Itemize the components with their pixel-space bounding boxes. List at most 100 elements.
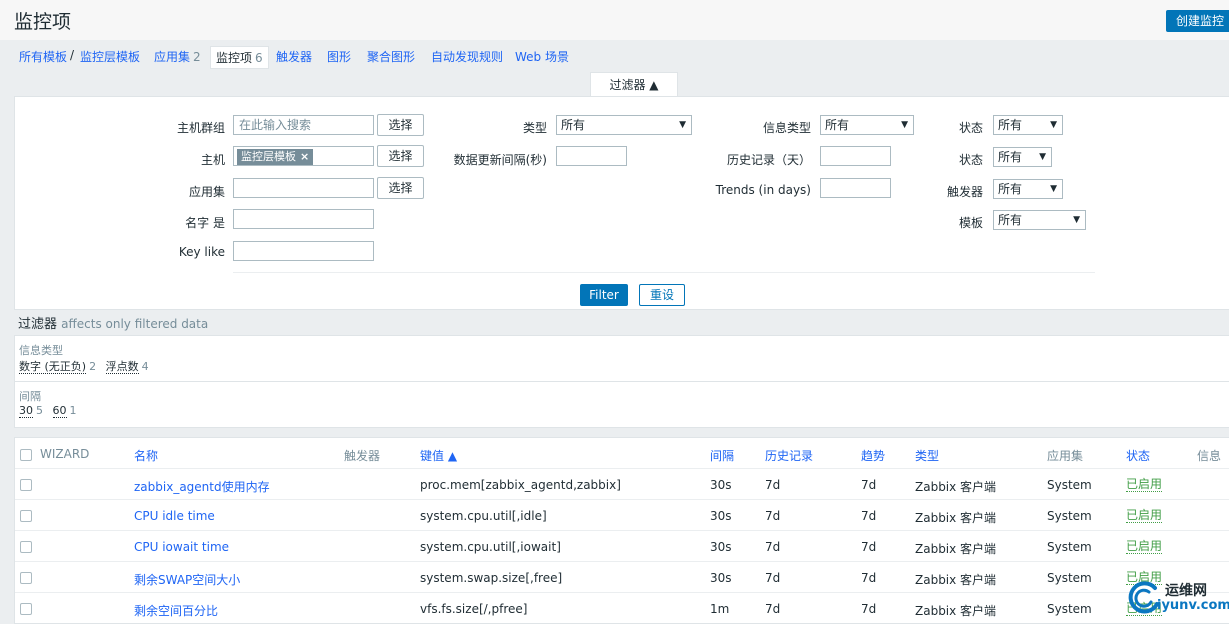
table-row: CPU iowait time system.cpu.util[,iowait]… (15, 530, 1229, 562)
item-application: System (1047, 571, 1092, 585)
table-row: 剩余SWAP空间大小 system.swap.size[,free] 30s 7… (15, 561, 1229, 593)
subfilter-interval-values: 30 5 60 1 (19, 404, 83, 418)
item-application: System (1047, 602, 1092, 616)
nav-web[interactable]: Web 场景 (515, 48, 569, 65)
template-select-value: 所有 (998, 213, 1023, 227)
nav-template[interactable]: 监控层模板 (80, 48, 140, 65)
col-triggers: 触发器 (344, 449, 381, 463)
info-type-select-value: 所有 (825, 118, 850, 132)
state-select[interactable]: 所有 ▼ (993, 147, 1052, 167)
status-label: 状态 (958, 121, 983, 135)
nav-discovery[interactable]: 自动发现规则 (431, 48, 503, 65)
create-item-button[interactable]: 创建监控 (1166, 10, 1229, 32)
item-name-link[interactable]: zabbix_agentd使用内存 (134, 478, 270, 495)
type-select[interactable]: 所有 ▼ (556, 115, 692, 135)
header-bar: 监控项 创建监控 (0, 0, 1229, 41)
nav-applications[interactable]: 应用集 2 (154, 48, 201, 65)
item-key: system.swap.size[,free] (420, 571, 563, 585)
item-key: vfs.fs.size[/,pfree] (420, 602, 528, 616)
col-trends[interactable]: 趋势 (861, 447, 885, 464)
col-status[interactable]: 状态 (1126, 447, 1150, 464)
nav-graphs[interactable]: 图形 (327, 48, 351, 65)
host-group-label: 主机群组 (176, 121, 225, 135)
row-checkbox[interactable] (20, 572, 32, 584)
nav-items-label: 监控项 (216, 51, 253, 65)
item-interval: 30s (710, 509, 732, 523)
interval-input[interactable] (556, 146, 627, 166)
host-group-select-button[interactable]: 选择 (377, 114, 424, 136)
filter-button[interactable]: Filter (580, 284, 628, 306)
nav-items-count: 6 (255, 51, 263, 65)
subfilter-title-text: 过滤器 (18, 317, 58, 332)
item-status-toggle[interactable]: 已启用 (1126, 540, 1163, 554)
subfilter-info-type-values: 数字 (无正负) 2 浮点数 4 (19, 358, 155, 374)
host-label: 主机 (200, 153, 225, 167)
filter-toggle-tab[interactable]: 过滤器 ▲ (590, 72, 678, 97)
history-input[interactable] (820, 146, 891, 166)
item-history: 7d (765, 509, 781, 523)
name-input[interactable] (233, 209, 374, 229)
col-history[interactable]: 历史记录 (765, 447, 813, 464)
item-key: proc.mem[zabbix_agentd,zabbix] (420, 478, 621, 492)
host-group-input[interactable]: 在此输入搜索 (233, 115, 374, 135)
host-input[interactable]: 监控层模板 × (233, 146, 374, 166)
triggers-select[interactable]: 所有 ▼ (993, 179, 1063, 199)
row-checkbox[interactable] (20, 541, 32, 553)
subfilter-title: 过滤器 affects only filtered data (18, 313, 208, 332)
item-type: Zabbix 客户端 (915, 480, 997, 494)
info-type-select[interactable]: 所有 ▼ (820, 115, 914, 135)
host-select-button[interactable]: 选择 (377, 145, 424, 167)
item-key: system.cpu.util[,idle] (420, 509, 547, 523)
row-checkbox[interactable] (20, 510, 32, 522)
key-input[interactable] (233, 241, 374, 261)
item-name-link[interactable]: CPU iowait time (134, 540, 229, 554)
item-name-link[interactable]: CPU idle time (134, 509, 215, 523)
item-type: Zabbix 客户端 (915, 542, 997, 556)
subfilter-count: 4 (141, 360, 149, 373)
subfilter-info-type: 信息类型 数字 (无正负) 2 浮点数 4 (14, 335, 1229, 382)
item-trends: 7d (861, 571, 877, 585)
subfilter-value-30[interactable]: 30 (19, 404, 33, 418)
subfilter-value-unsigned[interactable]: 数字 (无正负) (19, 360, 87, 374)
subfilter-value-float[interactable]: 浮点数 (105, 360, 139, 374)
col-key[interactable]: 键值 ▲ (420, 447, 457, 464)
col-name[interactable]: 名称 (134, 447, 158, 464)
select-all-checkbox[interactable] (20, 449, 32, 461)
nav-all-templates[interactable]: 所有模板 (19, 48, 67, 65)
state-select-value: 所有 (998, 150, 1023, 164)
row-checkbox[interactable] (20, 479, 32, 491)
items-table: WIZARD 名称 触发器 键值 ▲ 间隔 历史记录 趋势 类型 应用集 状态 … (14, 437, 1229, 624)
item-history: 7d (765, 478, 781, 492)
item-trends: 7d (861, 478, 877, 492)
subfilter-count: 5 (36, 404, 43, 417)
subfilter-count: 2 (89, 360, 97, 373)
watermark-logo-icon (1128, 581, 1159, 614)
item-type: Zabbix 客户端 (915, 573, 997, 587)
item-status-toggle[interactable]: 已启用 (1126, 478, 1163, 492)
item-status-toggle[interactable]: 已启用 (1126, 509, 1163, 523)
table-row: CPU idle time system.cpu.util[,idle] 30s… (15, 499, 1229, 531)
type-select-value: 所有 (561, 118, 586, 132)
col-interval[interactable]: 间隔 (710, 447, 734, 464)
nav-triggers[interactable]: 触发器 (276, 48, 312, 65)
col-applications: 应用集 (1047, 449, 1084, 463)
nav-screens[interactable]: 聚合图形 (367, 48, 415, 65)
page-title: 监控项 (14, 11, 72, 33)
item-name-link[interactable]: 剩余空间百分比 (134, 602, 218, 619)
application-input[interactable] (233, 178, 374, 198)
row-checkbox[interactable] (20, 603, 32, 615)
item-application: System (1047, 478, 1092, 492)
reset-button[interactable]: 重设 (639, 284, 685, 306)
template-select[interactable]: 所有 ▼ (993, 210, 1086, 230)
chevron-down-icon: ▼ (901, 120, 908, 130)
item-name-link[interactable]: 剩余SWAP空间大小 (134, 571, 240, 588)
item-history: 7d (765, 540, 781, 554)
subfilter-value-60[interactable]: 60 (52, 404, 67, 418)
nav-items[interactable]: 监控项 6 (210, 46, 269, 69)
remove-tag-icon[interactable]: × (300, 150, 309, 163)
trends-input[interactable] (820, 178, 891, 198)
status-select[interactable]: 所有 ▼ (993, 115, 1063, 135)
application-select-button[interactable]: 选择 (377, 177, 424, 199)
filter-panel: 主机群组 在此输入搜索 选择 主机 监控层模板 × 选择 应用集 选择 名字 是 … (14, 96, 1229, 310)
col-type[interactable]: 类型 (915, 447, 939, 464)
